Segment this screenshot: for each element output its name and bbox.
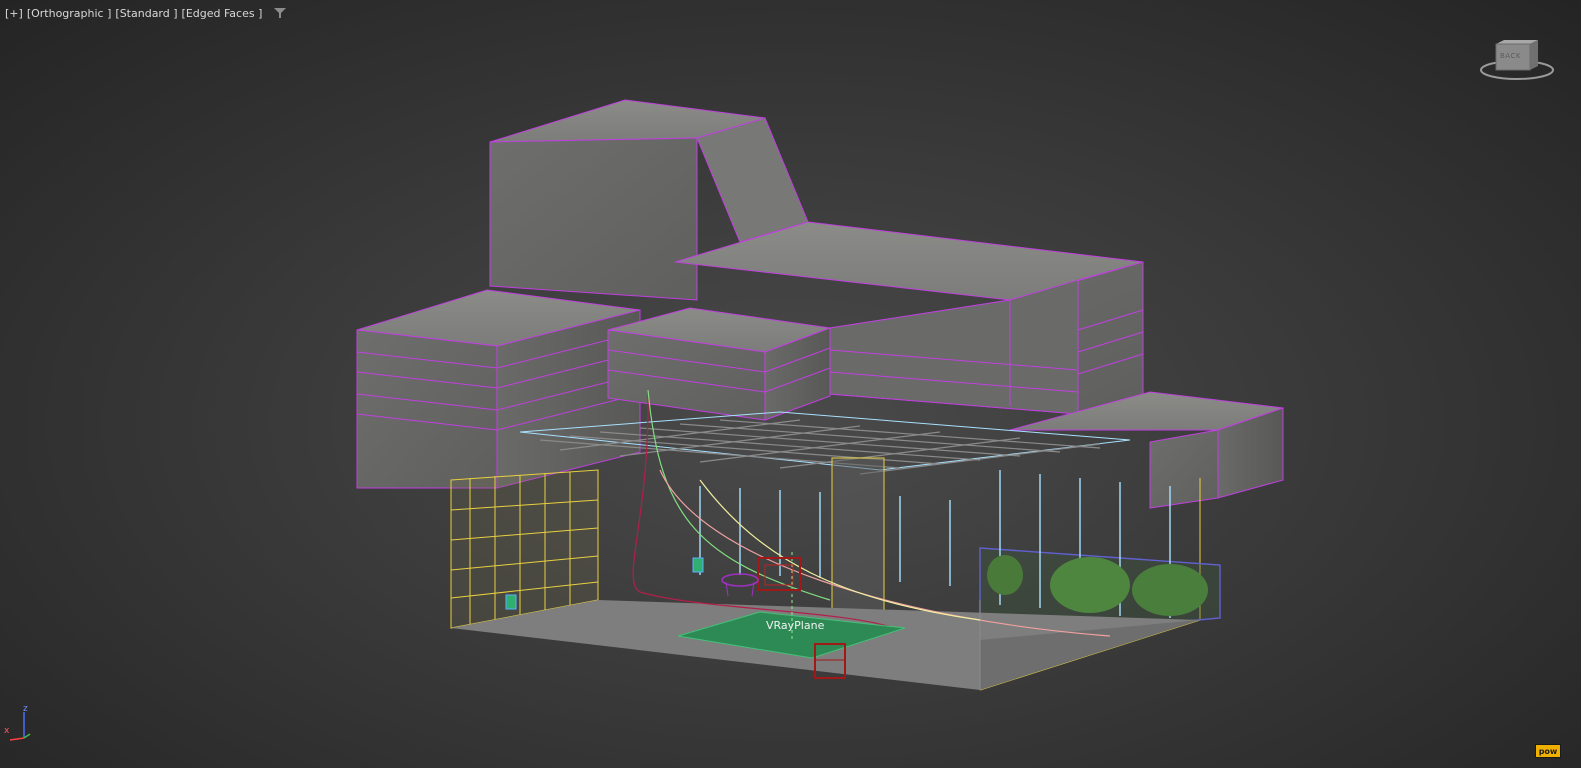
left-block[interactable] [356,289,641,489]
viewport-general-menu[interactable]: [+] [4,7,24,20]
viewport-display-menu[interactable]: [Edged Faces ] [181,7,264,20]
scene-geometry[interactable] [0,0,1581,768]
corner-badge[interactable]: pow [1535,744,1561,758]
funnel-icon[interactable] [273,6,287,20]
axis-x-label: x [4,726,10,736]
axis-tripod-icon [9,712,31,741]
vray-plane-label: VRayPlane [766,619,825,632]
viewport-shading-menu[interactable]: [Standard ] [114,7,178,20]
axis-z-label: z [23,704,28,714]
viewcube-face-label: BACK [1500,52,1521,60]
viewport-label-menu: [+] [Orthographic ] [Standard ] [Edged F… [4,5,287,21]
middle-block[interactable] [607,307,831,421]
viewport-point-of-view-menu[interactable]: [Orthographic ] [26,7,113,20]
viewcube[interactable] [1478,36,1556,84]
viewport[interactable]: [+] [Orthographic ] [Standard ] [Edged F… [0,0,1581,768]
